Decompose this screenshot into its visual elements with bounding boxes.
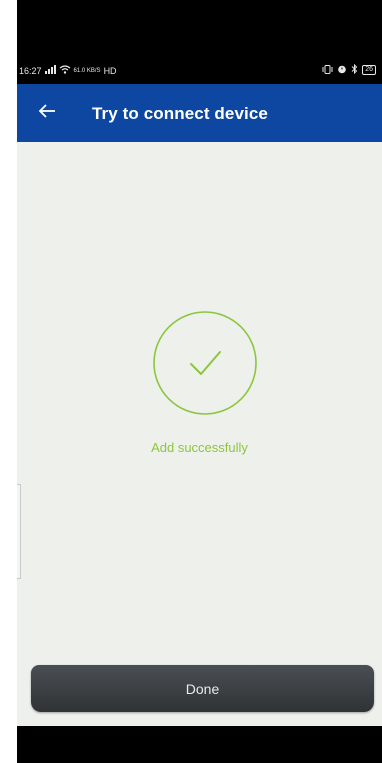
- back-button[interactable]: [31, 97, 63, 129]
- vibrate-icon: [322, 64, 333, 76]
- main-content: Add successfully Done: [17, 142, 382, 726]
- hd-label: HD: [103, 65, 117, 76]
- status-right: 26: [322, 63, 376, 76]
- done-button[interactable]: Done: [31, 665, 374, 712]
- status-left: 16:27 61.0 KB/S HD: [19, 65, 117, 76]
- alarm-icon: [337, 64, 347, 76]
- network-speed: 61.0 KB/S: [73, 67, 101, 74]
- app-bar: Try to connect device: [17, 84, 382, 142]
- status-time: 16:27: [19, 65, 42, 76]
- phone-screen: 16:27 61.0 KB/S HD 26 Try to connect dev…: [17, 0, 382, 763]
- back-arrow-icon: [38, 103, 56, 123]
- done-label: Done: [185, 680, 220, 697]
- side-panel-handle[interactable]: [17, 484, 21, 579]
- checkmark-circle-icon: [152, 310, 258, 416]
- status-bar: 16:27 61.0 KB/S HD 26: [17, 56, 382, 84]
- success-message: Add successfully: [151, 440, 248, 455]
- wifi-icon: [59, 65, 71, 76]
- bluetooth-icon: [351, 63, 358, 76]
- page-title: Try to connect device: [92, 104, 268, 123]
- cell-signal-icon: [44, 65, 56, 76]
- battery-indicator: 26: [362, 65, 376, 75]
